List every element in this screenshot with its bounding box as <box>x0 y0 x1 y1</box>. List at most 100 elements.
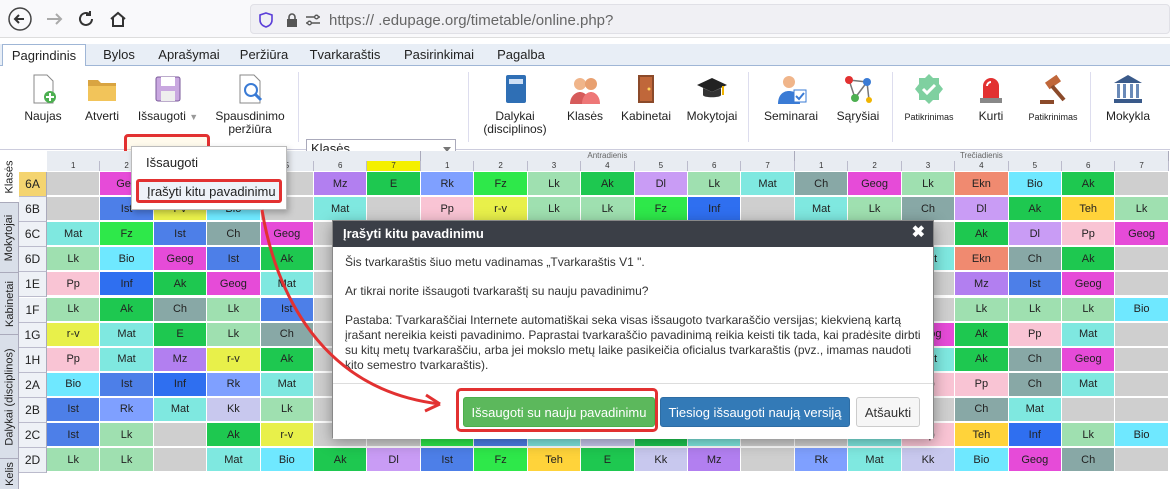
lesson-card[interactable]: Mat <box>1062 322 1116 347</box>
lesson-card[interactable]: Mat <box>314 197 368 222</box>
sidetab-teachers[interactable]: Mokytojai <box>0 203 19 273</box>
lesson-card[interactable]: Ist <box>153 222 208 247</box>
tab-aprasymai[interactable]: Aprašymai <box>150 44 228 66</box>
lesson-card[interactable]: Pp <box>1008 322 1062 347</box>
lesson-card[interactable]: r-v <box>474 197 528 222</box>
forward-button[interactable] <box>40 5 68 33</box>
lesson-card[interactable]: Lk <box>527 172 582 196</box>
lesson-card[interactable]: Dl <box>1008 222 1062 247</box>
lesson-card[interactable]: Geog <box>207 272 261 297</box>
address-bar[interactable]: https:// .edupage.org/timetable/online.p… <box>250 4 1170 34</box>
lesson-card[interactable]: Lk <box>1062 423 1116 447</box>
lesson-card[interactable]: Ak <box>260 347 314 372</box>
lesson-card[interactable]: E <box>367 172 421 196</box>
lesson-card[interactable]: Ak <box>260 247 314 272</box>
lesson-card[interactable]: Bio <box>1115 297 1169 322</box>
lesson-card[interactable]: Bio <box>260 448 314 473</box>
lesson-card[interactable]: Fz <box>100 222 154 247</box>
lesson-card[interactable]: Geog <box>848 172 902 196</box>
lesson-card[interactable]: Ch <box>1008 247 1062 272</box>
sidetab-subjects[interactable]: Dalykai (disciplinos) <box>0 335 19 459</box>
lesson-card[interactable]: Ist <box>207 247 261 272</box>
dropdown-item-save-as[interactable]: Įrašyti kitu pavadinimu <box>136 179 282 203</box>
classes-button[interactable]: Klasės <box>560 72 610 123</box>
lesson-card[interactable]: Ist <box>421 448 475 473</box>
lesson-card[interactable]: Dl <box>634 172 688 196</box>
lesson-card[interactable]: Ak <box>314 448 368 473</box>
lesson-card[interactable]: Fz <box>634 197 688 222</box>
lesson-card[interactable]: Mat <box>1008 397 1062 422</box>
lesson-card[interactable]: r-v <box>260 423 314 447</box>
lesson-card[interactable]: Fz <box>474 448 528 473</box>
lesson-card[interactable]: Lk <box>207 322 261 347</box>
lesson-card[interactable]: Ak <box>1008 197 1062 222</box>
lesson-card[interactable]: Pp <box>47 347 101 372</box>
lesson-card[interactable]: Geog <box>1062 347 1116 372</box>
relations-button[interactable]: Sąryšiai <box>830 72 886 123</box>
seminars-button[interactable]: Seminarai <box>758 72 824 123</box>
lesson-card[interactable]: Ekn <box>955 172 1009 196</box>
lesson-card[interactable]: Bio <box>1008 172 1062 196</box>
open-button[interactable]: Atverti <box>80 72 124 123</box>
lesson-card[interactable]: Bio <box>1115 423 1169 447</box>
lesson-card[interactable]: Ch <box>1062 448 1116 473</box>
lesson-card[interactable]: Kk <box>634 448 688 473</box>
lesson-card[interactable]: Ist <box>100 372 154 397</box>
lesson-card[interactable]: Mat <box>207 448 261 473</box>
teachers-button[interactable]: Mokytojai <box>682 72 742 123</box>
row-label[interactable]: 1G <box>19 322 47 348</box>
lesson-card[interactable]: Mz <box>955 272 1009 297</box>
lesson-card[interactable]: r-v <box>207 347 261 372</box>
lesson-card[interactable]: Ak <box>955 347 1009 372</box>
lesson-card[interactable]: Inf <box>688 197 742 222</box>
lesson-card[interactable]: Ak <box>153 272 208 297</box>
lesson-card[interactable]: Ch <box>153 297 208 322</box>
row-label[interactable]: 6B <box>19 197 47 223</box>
lesson-card[interactable]: Teh <box>527 448 582 473</box>
lesson-card[interactable]: Geog <box>1008 448 1062 473</box>
lesson-card[interactable]: Kk <box>207 397 261 422</box>
lesson-card[interactable]: Dl <box>367 448 421 473</box>
lesson-card[interactable]: Ch <box>901 197 956 222</box>
lesson-card[interactable]: Ch <box>207 222 261 247</box>
lesson-card[interactable]: Lk <box>100 423 154 447</box>
lesson-card[interactable]: Mat <box>260 372 314 397</box>
sidetab-rooms[interactable]: Kabinetai <box>0 273 19 335</box>
lesson-card[interactable]: Ch <box>260 322 314 347</box>
lesson-card[interactable]: Ch <box>1008 347 1062 372</box>
lesson-card[interactable]: Lk <box>207 297 261 322</box>
lesson-card[interactable]: Ak <box>100 297 154 322</box>
save-button[interactable]: Išsaugoti ▼ <box>128 72 208 124</box>
save-new-version-button[interactable]: Tiesiog išsaugoti naują versiją <box>660 397 850 427</box>
lesson-card[interactable]: Teh <box>1062 197 1116 222</box>
lesson-card[interactable]: Mat <box>848 448 902 473</box>
lesson-card[interactable]: Lk <box>47 448 101 473</box>
check-button-1[interactable]: Patikrinimas <box>898 72 960 124</box>
lesson-card[interactable]: Mat <box>47 222 101 247</box>
cards-button[interactable]: Kurti <box>966 72 1016 123</box>
rooms-button[interactable]: Kabinetai <box>616 72 676 123</box>
tab-bylos[interactable]: Bylos <box>92 44 146 66</box>
new-button[interactable]: Naujas <box>18 72 68 123</box>
lesson-card[interactable]: Lk <box>901 172 956 196</box>
check-button-2[interactable]: Patikrinimas <box>1024 72 1082 124</box>
lesson-card[interactable]: Inf <box>100 272 154 297</box>
row-label[interactable]: 6C <box>19 222 47 248</box>
row-label[interactable]: 1F <box>19 297 47 323</box>
lesson-card[interactable]: Mz <box>688 448 742 473</box>
lesson-card[interactable]: Ch <box>955 397 1009 422</box>
lesson-card[interactable]: Ak <box>581 172 635 196</box>
lesson-card[interactable]: Mz <box>153 347 208 372</box>
row-label[interactable]: 1E <box>19 272 47 298</box>
tab-pagalba[interactable]: Pagalba <box>488 44 554 66</box>
lesson-card[interactable]: Inf <box>1008 423 1062 447</box>
lesson-card[interactable]: Lk <box>260 397 314 422</box>
lesson-card[interactable]: Mat <box>260 272 314 297</box>
row-label[interactable]: 2A <box>19 372 47 398</box>
lesson-card[interactable]: Geog <box>153 247 208 272</box>
lesson-card[interactable]: E <box>153 322 208 347</box>
lesson-card[interactable]: Rk <box>207 372 261 397</box>
tab-tvarkarastis[interactable]: Tvarkaraštis <box>302 44 388 66</box>
sidetab-more[interactable]: Kelis <box>0 459 19 489</box>
row-label[interactable]: 2B <box>19 397 47 423</box>
